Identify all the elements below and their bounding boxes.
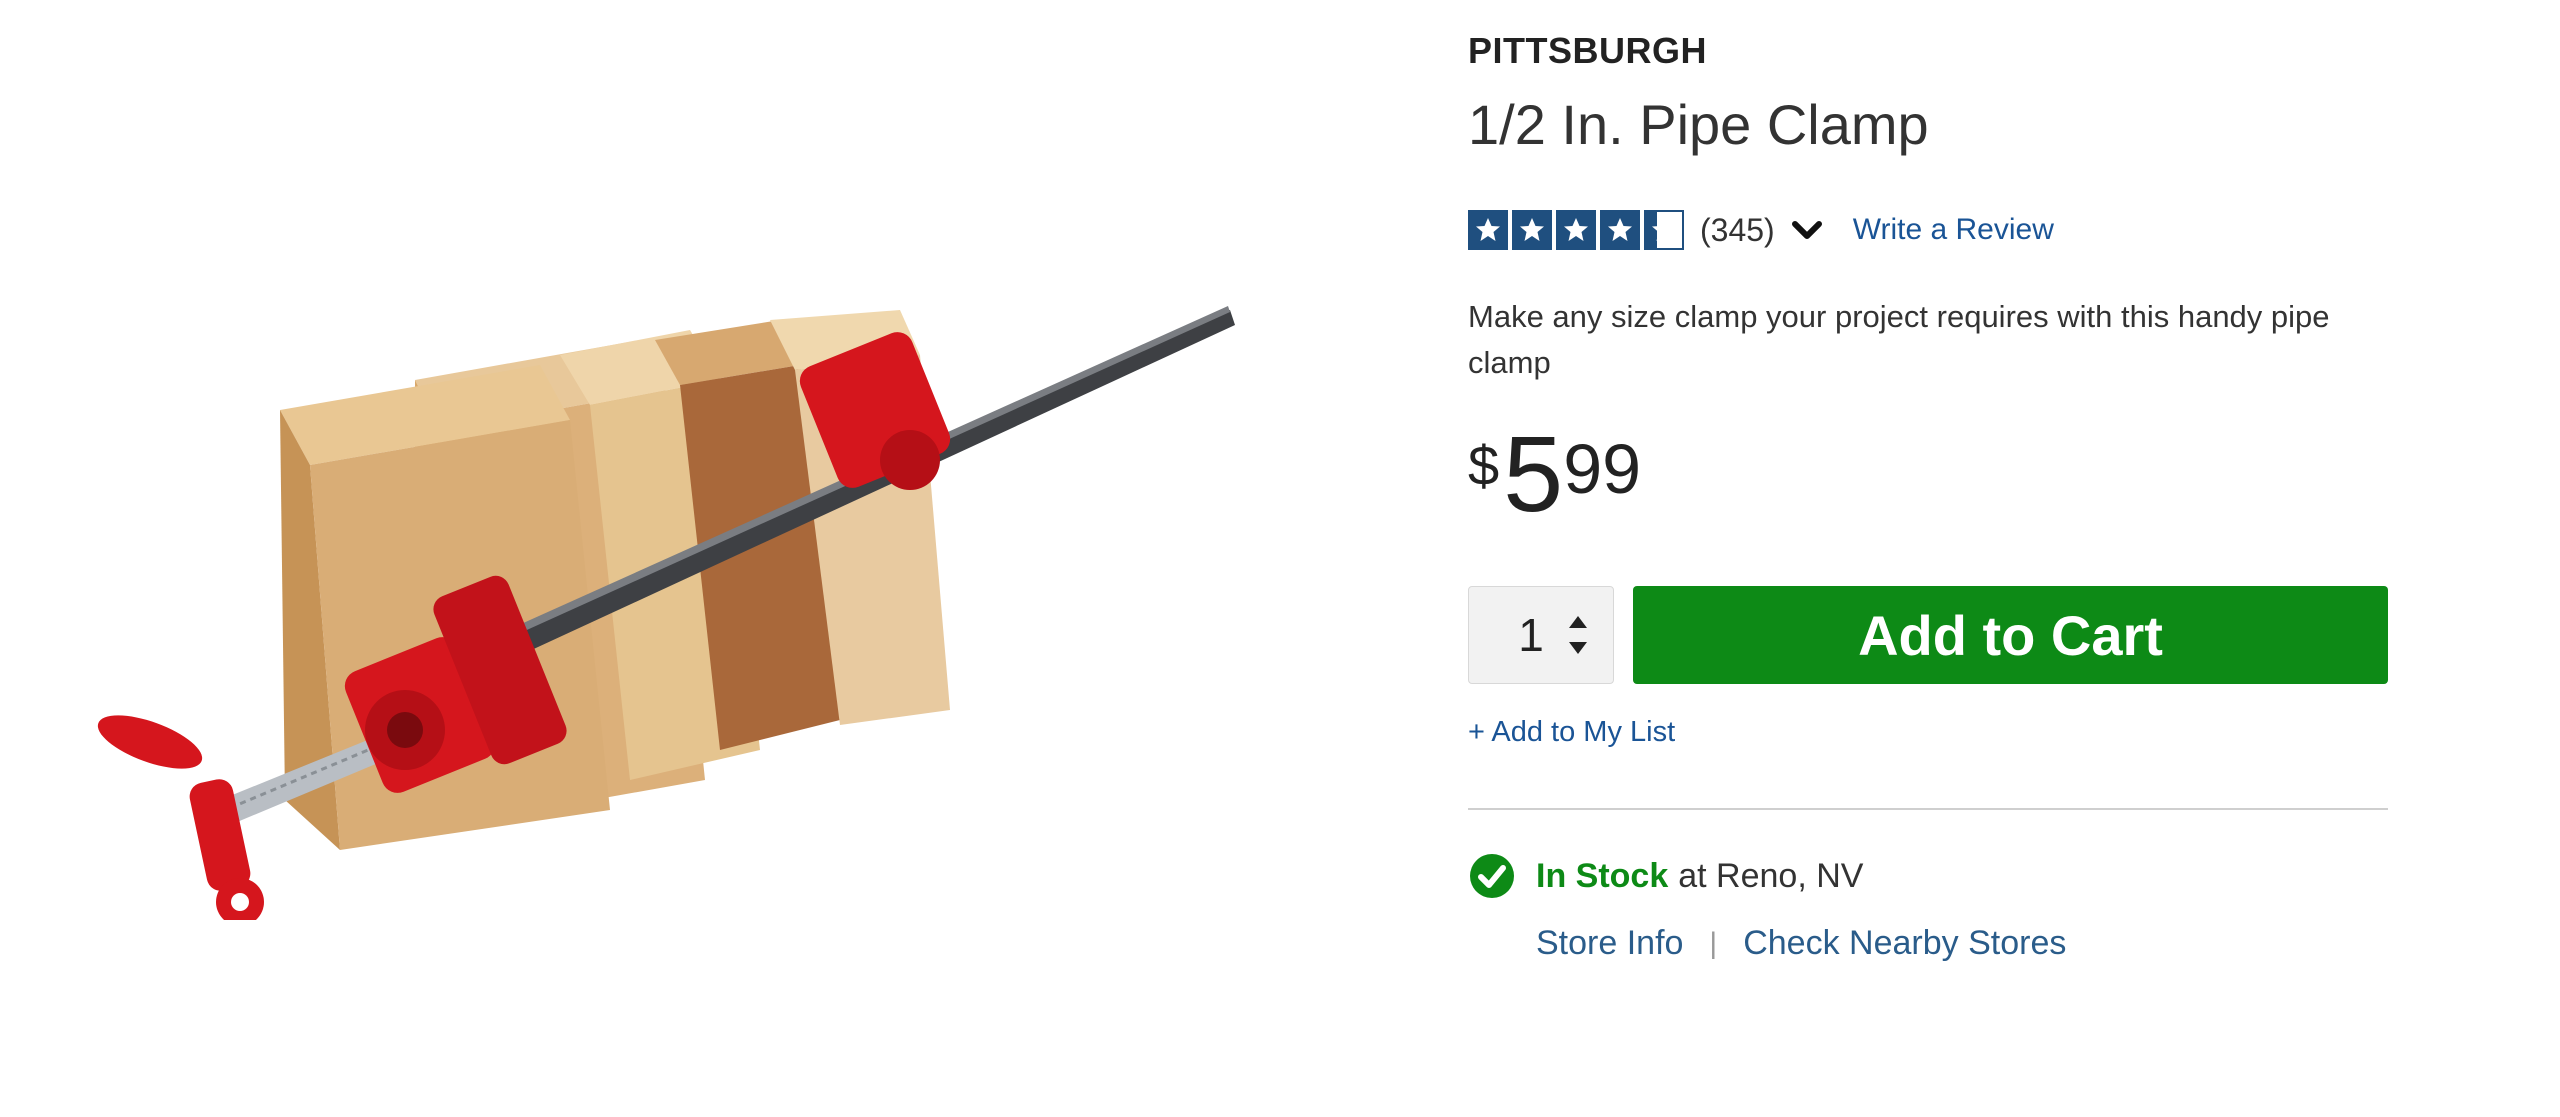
star-rating[interactable] [1468, 210, 1684, 250]
quantity-arrows [1565, 612, 1591, 658]
caret-up-icon[interactable] [1565, 612, 1591, 632]
link-separator: | [1709, 926, 1718, 960]
store-links: Store Info | Check Nearby Stores [1536, 924, 2066, 963]
add-to-list-link[interactable]: + Add to My List [1468, 716, 1675, 749]
review-count[interactable]: (345) [1700, 212, 1775, 249]
product-image[interactable] [80, 280, 1280, 920]
price-cents: 99 [1563, 430, 1642, 508]
price: $ 5 99 [1468, 420, 1641, 528]
stock-location: at Reno, NV [1678, 856, 1864, 895]
pipe-clamp-image [97, 306, 1235, 920]
star-icon [1600, 210, 1640, 250]
stock-status-row: In Stock at Reno, NV [1468, 852, 1863, 900]
chevron-down-icon[interactable] [1787, 210, 1827, 250]
check-nearby-stores-link[interactable]: Check Nearby Stores [1743, 924, 2066, 963]
checkmark-circle-icon [1470, 854, 1514, 898]
caret-down-icon[interactable] [1565, 638, 1591, 658]
stock-status: In Stock [1536, 856, 1669, 895]
add-to-cart-button[interactable]: Add to Cart [1633, 586, 2388, 684]
star-icon [1468, 210, 1508, 250]
star-icon [1556, 210, 1596, 250]
price-currency: $ [1468, 434, 1500, 497]
quantity-input[interactable]: 1 [1511, 608, 1551, 662]
product-title: 1/2 In. Pipe Clamp [1468, 93, 1929, 156]
store-info-link[interactable]: Store Info [1536, 924, 1683, 963]
product-description: Make any size clamp your project require… [1468, 299, 2330, 380]
write-review-link[interactable]: Write a Review [1853, 213, 2054, 247]
rating-row: (345) Write a Review [1468, 208, 2054, 252]
star-icon [1644, 210, 1684, 250]
price-dollars: 5 [1503, 413, 1564, 534]
brand-name: PITTSBURGH [1468, 30, 1707, 71]
quantity-stepper[interactable]: 1 [1468, 586, 1614, 684]
divider [1468, 808, 2388, 810]
star-icon [1512, 210, 1552, 250]
